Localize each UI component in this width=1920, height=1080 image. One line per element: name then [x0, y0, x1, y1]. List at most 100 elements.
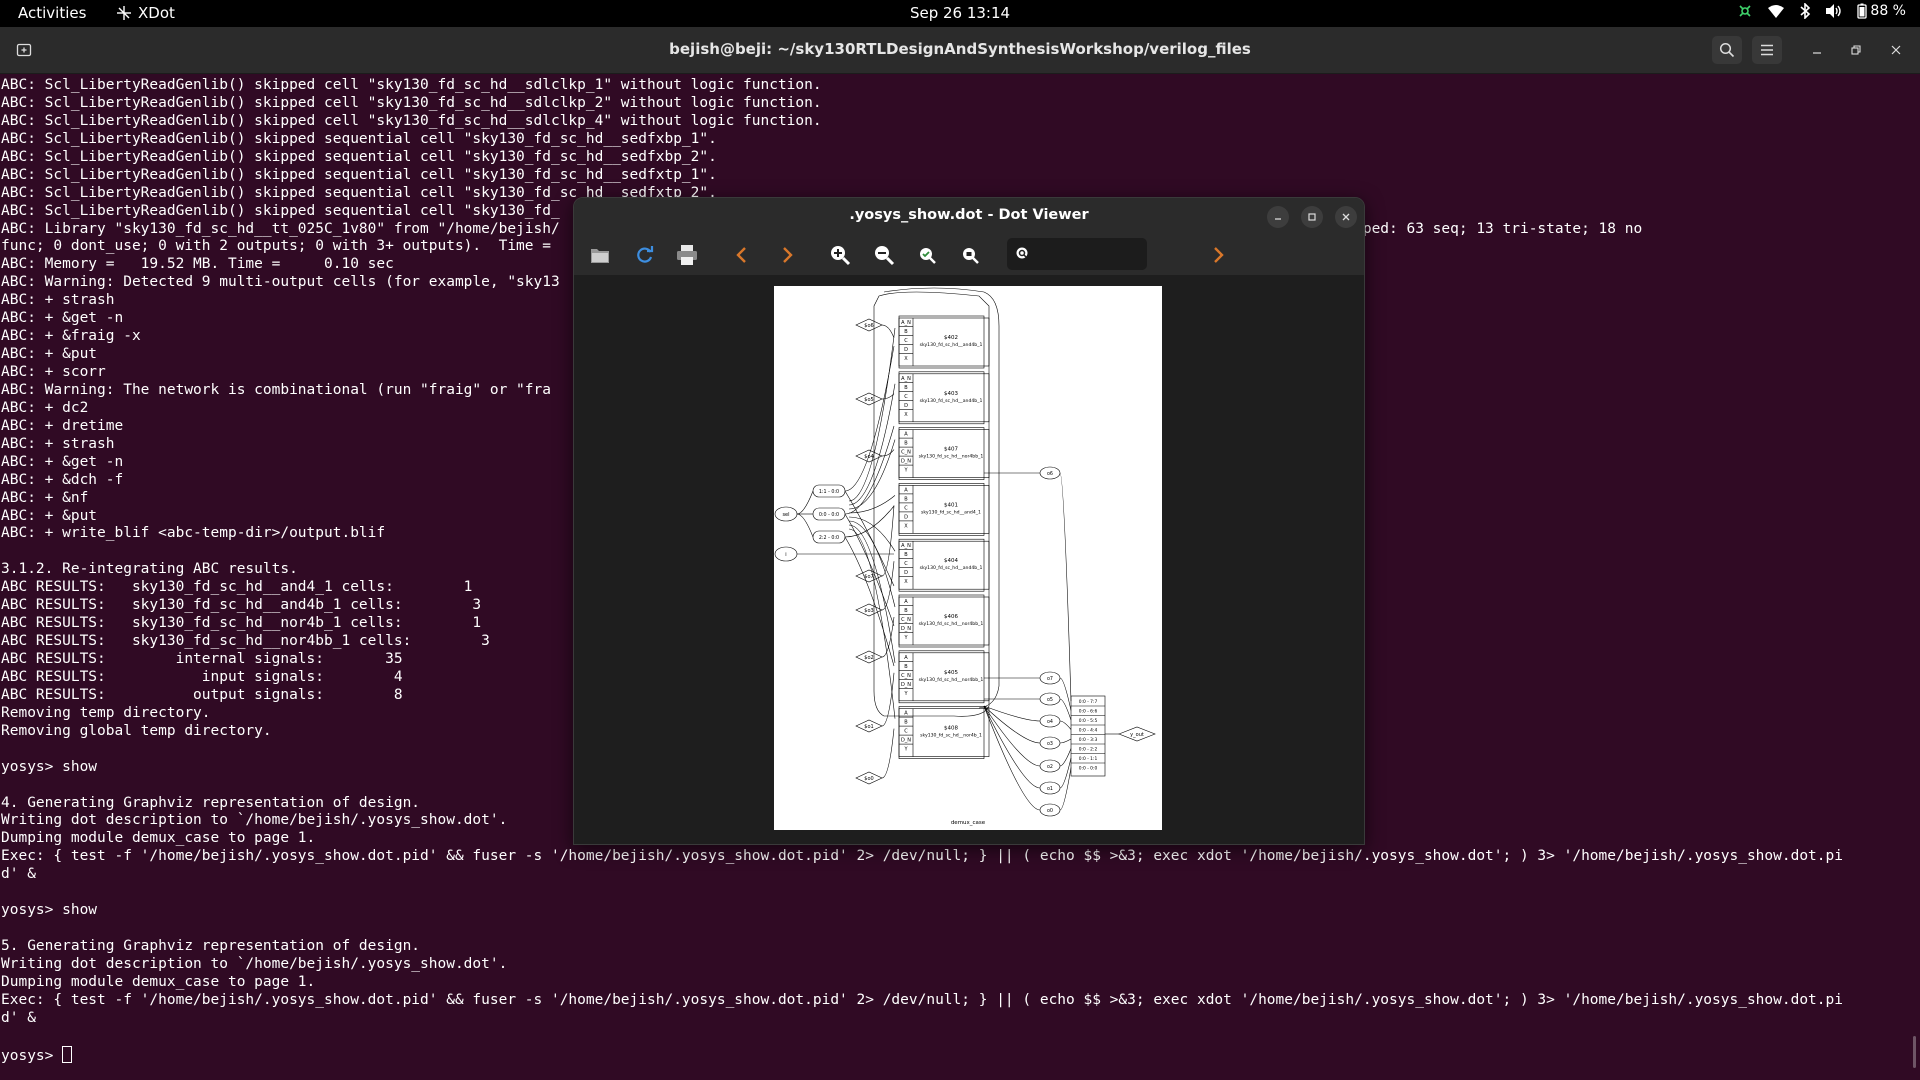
graph-cell-type: sky130_fd_sc_hd__nor4bb_1 — [919, 454, 984, 460]
graph-port-label: C_N — [901, 673, 911, 679]
minimize-button[interactable] — [1807, 40, 1827, 60]
dot-viewer-title: .yosys_show.dot - Dot Viewer — [849, 207, 1089, 223]
system-tray[interactable]: 88 % — [1737, 3, 1906, 19]
graph-cell-id: $403 — [944, 391, 958, 397]
viewer-close-button[interactable] — [1335, 206, 1357, 228]
graph-cell-type: sky130_fd_sc_hd__nor4bb_1 — [919, 677, 984, 683]
graph-cell-frame — [898, 371, 985, 425]
terminal-line: ABC: Scl_LibertyReadGenlib() skipped seq… — [1, 166, 717, 183]
graph-concat-node[interactable] — [1070, 695, 1106, 777]
minimize-icon — [1813, 52, 1821, 54]
graph-port-label: A — [904, 655, 908, 661]
open-file-icon — [591, 249, 609, 263]
new-tab-icon — [16, 43, 32, 57]
terminal-line: ABC: Scl_LibertyReadGenlib() skipped seq… — [1, 130, 717, 147]
graph-wire — [1059, 738, 1072, 744]
graph-cell-403[interactable] — [898, 373, 990, 423]
graph-cell-407[interactable] — [898, 429, 990, 478]
forward-button[interactable] — [773, 241, 801, 269]
graph-net-label: o5 — [1047, 697, 1053, 703]
graph-output-label: y_out — [1130, 732, 1144, 738]
graph-output-label: $o5 — [864, 397, 873, 403]
back-button[interactable] — [728, 241, 756, 269]
graph-wire — [848, 524, 896, 663]
find-box[interactable] — [1007, 238, 1147, 270]
activities-button[interactable]: Activities — [18, 4, 86, 22]
open-button[interactable] — [586, 241, 614, 269]
graph-port-label: A — [904, 432, 908, 438]
graph-cell-402[interactable] — [898, 317, 990, 367]
terminal-line: ABC: Scl_LibertyReadGenlib() skipped cel… — [1, 94, 822, 111]
graph-wire — [1059, 757, 1072, 789]
graph-output-label: $o1 — [864, 724, 873, 730]
graph-port-label: A — [904, 711, 908, 717]
graph-cell-type: sky130_fd_sc_hd__nor4b_1 — [920, 733, 982, 739]
graph-wire — [796, 490, 814, 515]
graph-port-label: B — [904, 608, 908, 614]
graph-wire — [1059, 767, 1072, 811]
graph-concat-port: 0:0 - 6:6 — [1079, 709, 1098, 715]
close-button[interactable] — [1886, 40, 1906, 60]
terminal-scrollbar[interactable] — [1913, 1036, 1916, 1068]
graph-cell-405[interactable] — [898, 652, 990, 702]
graph-cell-frame — [898, 315, 985, 369]
battery-icon — [1857, 3, 1868, 19]
new-tab-button[interactable] — [10, 36, 38, 64]
graph-port-label: A_N — [901, 320, 911, 326]
zoom-out-button[interactable] — [870, 241, 898, 269]
xdot-app-icon — [117, 6, 131, 20]
graph-cell-frame — [898, 594, 985, 648]
find-next-button[interactable] — [1204, 241, 1232, 269]
graph-concat-port: 0:0 - 1:1 — [1079, 756, 1098, 762]
menu-button[interactable] — [1752, 36, 1782, 64]
zoom-out-icon — [875, 246, 895, 266]
graph-port-label: A — [904, 487, 908, 493]
graph-cell-406[interactable] — [898, 596, 990, 646]
viewer-minimize-button[interactable] — [1267, 206, 1289, 228]
zoom-fit-button[interactable] — [913, 241, 941, 269]
restore-button[interactable] — [1846, 40, 1866, 60]
graph-port-label: D_N — [901, 459, 911, 465]
netlist-graph[interactable]: A_NBCDX$402sky130_fd_sc_hd__and4b_1A_NBC… — [774, 286, 1162, 830]
graph-output-label: $o3 — [864, 608, 873, 614]
zoom-in-button[interactable] — [826, 241, 854, 269]
graph-wire — [1059, 720, 1072, 730]
print-button[interactable] — [673, 241, 701, 269]
graph-cell-401[interactable] — [898, 485, 990, 534]
graph-net-label: o2 — [1047, 764, 1053, 770]
graph-port-label: D_N — [901, 682, 911, 688]
terminal-line: Dumping module demux_case to page 1. — [1, 973, 316, 990]
graph-port-label: B — [904, 664, 908, 670]
graph-concat-port: 0:0 - 4:4 — [1079, 728, 1098, 734]
graph-cell-type: sky130_fd_sc_hd__nor4bb_1 — [919, 621, 984, 627]
graph-port-label: X — [904, 356, 908, 362]
graph-wire — [881, 728, 895, 779]
viewer-maximize-button[interactable] — [1301, 206, 1323, 228]
top-bar: Activities XDot Sep 26 13:14 88 % — [0, 0, 1920, 27]
dot-viewer-titlebar[interactable]: .yosys_show.dot - Dot Viewer — [574, 198, 1364, 233]
clock[interactable]: Sep 26 13:14 — [910, 4, 1010, 22]
graph-port-label: C_N — [901, 617, 911, 623]
terminal-headerbar: bejish@beji: ~/sky130RTLDesignAndSynthes… — [0, 27, 1920, 74]
app-menu[interactable]: XDot — [116, 4, 175, 22]
graph-input-label: sel — [782, 512, 789, 518]
graph-page[interactable]: A_N B C D X $402 sky130_fd_sc_hd__and4b_1 A_N B C… — [774, 286, 1162, 830]
graph-port-label: X — [904, 412, 908, 418]
find-input[interactable] — [1035, 245, 1139, 263]
graph-cell-id: $402 — [944, 335, 958, 341]
graph-cell-404[interactable] — [898, 540, 990, 590]
close-icon — [1342, 213, 1350, 221]
graph-port-label: Y — [903, 691, 908, 697]
graph-port-label: C — [904, 394, 908, 400]
graph-cell-type: sky130_fd_sc_hd__and4b_1 — [920, 565, 983, 571]
reload-button[interactable] — [631, 241, 659, 269]
search-button[interactable] — [1712, 36, 1742, 64]
graph-canvas[interactable]: A_N B C D X $402 sky130_fd_sc_hd__and4b_1 A_N B C… — [574, 275, 1364, 844]
terminal-prompt-line[interactable]: yosys> — [1, 1045, 1920, 1064]
graph-cell-frame — [898, 483, 985, 536]
graph-cell-id: $404 — [944, 558, 958, 564]
zoom-100-button[interactable] — [956, 241, 984, 269]
graph-concat-port: 0:0 - 3:3 — [1079, 737, 1098, 743]
minimize-icon — [1275, 218, 1281, 220]
